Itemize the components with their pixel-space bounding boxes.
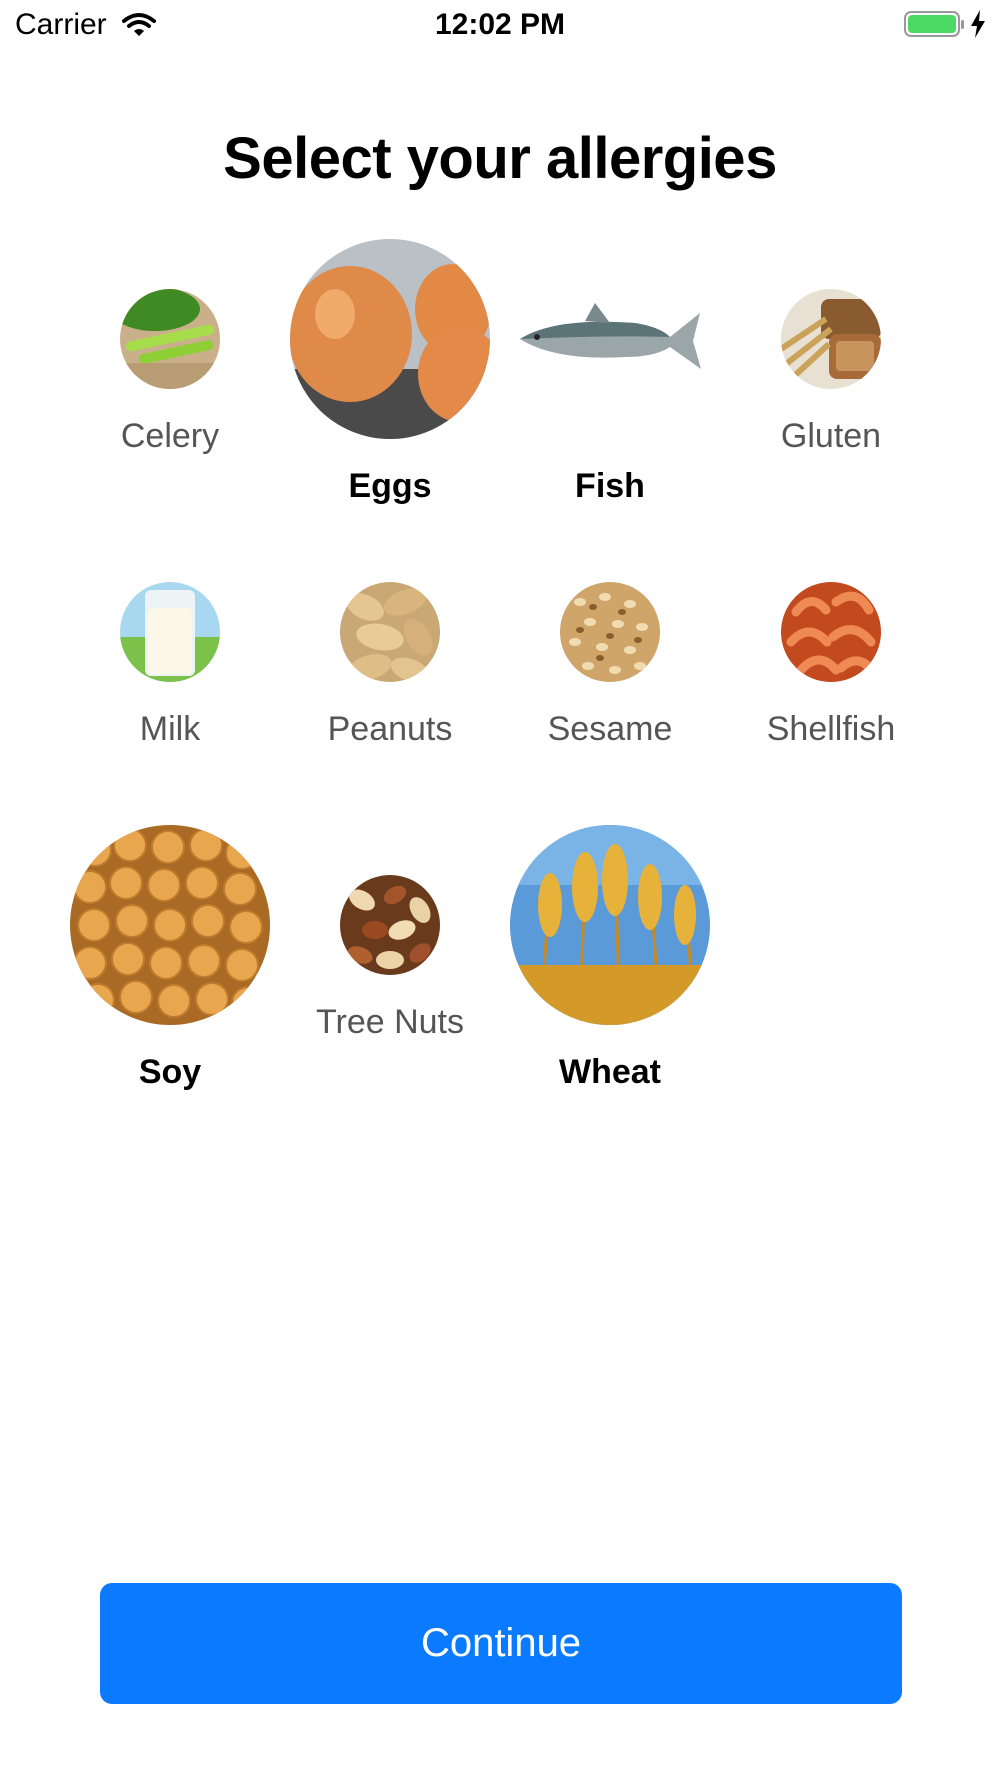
allergy-label: Wheat — [559, 1053, 661, 1091]
allergy-label: Soy — [138, 1053, 202, 1091]
status-time: 12:02 PM — [434, 8, 566, 41]
sesame-icon — [560, 582, 660, 682]
charging-icon — [970, 10, 986, 43]
allergy-gluten[interactable]: Gluten — [721, 239, 941, 499]
allergy-label: Sesame — [547, 710, 673, 748]
allergy-celery[interactable]: Celery — [60, 239, 280, 499]
shellfish-icon — [781, 582, 881, 682]
continue-button[interactable]: Continue — [100, 1583, 902, 1704]
allergy-label: Eggs — [348, 467, 432, 505]
allergy-eggs[interactable]: Eggs — [280, 239, 500, 505]
soy-icon — [70, 825, 270, 1025]
gluten-icon — [781, 289, 881, 389]
allergy-tree-nuts[interactable]: Tree Nuts — [280, 825, 500, 1085]
status-bar: Carrier 12:02 PM — [0, 0, 1000, 54]
allergy-label: Shellfish — [766, 710, 896, 748]
allergy-peanuts[interactable]: Peanuts — [280, 532, 500, 792]
allergy-label: Tree Nuts — [315, 1003, 464, 1041]
wheat-icon — [510, 825, 710, 1025]
allergy-fish[interactable]: Fish — [500, 239, 720, 505]
peanuts-icon — [340, 582, 440, 682]
battery-icon — [904, 10, 966, 45]
allergy-label: Peanuts — [327, 710, 453, 748]
page-title: Select your allergies — [223, 126, 777, 191]
allergy-milk[interactable]: Milk — [60, 532, 280, 792]
fish-icon — [515, 299, 705, 379]
allergy-soy[interactable]: Soy — [60, 825, 280, 1091]
allergy-sesame[interactable]: Sesame — [500, 532, 720, 792]
allergy-wheat[interactable]: Wheat — [500, 825, 720, 1091]
celery-icon — [120, 289, 220, 389]
allergy-label: Gluten — [780, 417, 882, 455]
tree-nuts-icon — [340, 875, 440, 975]
eggs-icon — [290, 239, 490, 439]
allergy-label: Fish — [575, 467, 645, 505]
allergy-shellfish[interactable]: Shellfish — [721, 532, 941, 792]
allergy-label: Celery — [120, 417, 220, 455]
milk-icon — [120, 582, 220, 682]
allergy-label: Milk — [139, 710, 201, 748]
